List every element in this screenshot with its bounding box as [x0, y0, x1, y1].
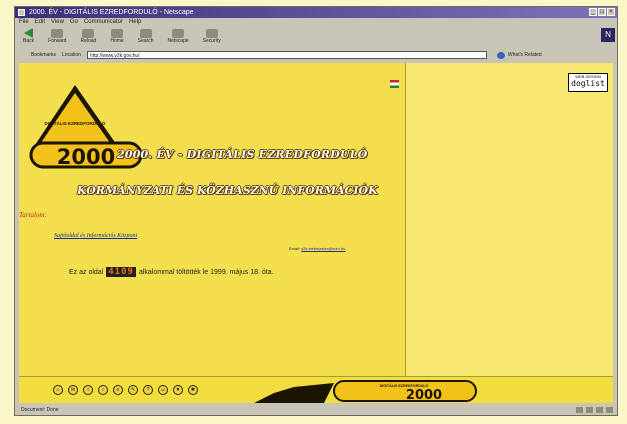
- component-icon-1[interactable]: [576, 407, 583, 413]
- netscape-button[interactable]: Netscape: [168, 27, 189, 44]
- search-icon: [139, 29, 152, 38]
- back-button[interactable]: Back: [23, 27, 34, 44]
- whats-related-button[interactable]: What's Related: [496, 51, 542, 59]
- news-icon[interactable]: ≡: [113, 385, 123, 395]
- netscape-icon: [172, 29, 185, 38]
- visits-text-before: Ez az oldal: [69, 268, 104, 276]
- visit-counter-line: Ez az oldal 4109 alkalommal töltötték le…: [69, 267, 274, 277]
- bookmarks-button[interactable]: Bookmarks: [31, 52, 56, 58]
- webdesign-logo[interactable]: WEB DESIGN doglist: [568, 73, 608, 92]
- security-button[interactable]: Security: [203, 27, 221, 44]
- banner-number: 2000: [406, 388, 442, 403]
- page-subtitle: KORMÁNYZATI ÉS KÖZHASZNÚ INFORMÁCIÓK: [77, 184, 378, 197]
- banner-silhouette: [254, 383, 334, 403]
- forward-arrow-icon: [51, 29, 64, 38]
- status-text: Document: Done: [21, 407, 59, 413]
- contents-label: Tartalom:: [19, 211, 47, 219]
- reload-button[interactable]: Reload: [80, 27, 96, 44]
- component-icon-2[interactable]: [586, 407, 593, 413]
- browser-window: 2000. ÉV - DIGITÁLIS EZREDFORDULÓ - Nets…: [14, 6, 618, 416]
- related-icon: [496, 51, 505, 59]
- netscape-logo: N: [601, 28, 615, 42]
- email-label: Email:: [289, 246, 301, 251]
- menu-edit[interactable]: Edit: [35, 18, 45, 27]
- download-icon[interactable]: ▼: [173, 385, 183, 395]
- title-bar: 2000. ÉV - DIGITÁLIS EZREDFORDULÓ - Nets…: [15, 7, 617, 18]
- reload-icon: [82, 29, 95, 38]
- component-icon-4[interactable]: [606, 407, 613, 413]
- info-icon[interactable]: i: [83, 385, 93, 395]
- home-button[interactable]: Home: [110, 27, 124, 44]
- right-frame: WEB DESIGN doglist: [405, 63, 613, 388]
- forward-button[interactable]: Forward: [48, 27, 66, 44]
- back-arrow-icon: [24, 28, 34, 38]
- component-icon-3[interactable]: [596, 407, 603, 413]
- screen-photo: 2000. ÉV - DIGITÁLIS EZREDFORDULÓ - Nets…: [0, 0, 627, 424]
- logo-top-text: DIGITÁLIS EZREDFORDULÓ: [45, 119, 106, 126]
- location-label: Location: [62, 52, 81, 58]
- home-icon[interactable]: ⌂: [53, 385, 63, 395]
- icon-toolbar: ⌂ ✉ i ○ ≡ ✎ ? ☺ ▼ ✱: [53, 385, 198, 395]
- email-link[interactable]: y2k.webmaster@kum.hu: [301, 246, 345, 251]
- chat-icon[interactable]: ☺: [158, 385, 168, 395]
- bottom-navigation-frame: ⌂ ✉ i ○ ≡ ✎ ? ☺ ▼ ✱ DIGITÁLIS EZREDFORDU…: [19, 376, 613, 403]
- hungarian-flag-icon[interactable]: [390, 80, 399, 88]
- app-icon: [18, 9, 25, 16]
- window-title: 2000. ÉV - DIGITÁLIS EZREDFORDULÓ - Nets…: [29, 9, 194, 16]
- y2k-2000-logo: DIGITÁLIS EZREDFORDULÓ 2000: [29, 85, 143, 169]
- mail-icon[interactable]: ✉: [68, 385, 78, 395]
- email-line: Email: y2k.webmaster@kum.hu: [289, 246, 345, 251]
- search-button[interactable]: Search: [138, 27, 154, 44]
- menu-file[interactable]: File: [19, 18, 29, 27]
- location-toolbar: Bookmarks Location http://www.y2k.gov.hu…: [15, 49, 617, 61]
- menu-view[interactable]: View: [51, 18, 64, 27]
- help-icon[interactable]: ?: [143, 385, 153, 395]
- press-info-link[interactable]: Sajtóoldal és Információs Központ: [54, 233, 137, 239]
- window-controls: _ □ ×: [589, 8, 615, 16]
- url-input[interactable]: http://www.y2k.gov.hu/: [86, 51, 487, 59]
- status-icons: [576, 407, 613, 413]
- home-icon: [111, 29, 123, 38]
- lock-icon: [205, 29, 218, 38]
- settings-icon[interactable]: ✱: [188, 385, 198, 395]
- close-button[interactable]: ×: [607, 8, 615, 16]
- page-title: 2000. ÉV - DIGITÁLIS EZREDFORDULÓ: [117, 148, 368, 161]
- minimize-button[interactable]: _: [589, 8, 597, 16]
- edit-icon[interactable]: ✎: [128, 385, 138, 395]
- visits-text-after: alkalommal töltötték le 1999. május 18. …: [138, 268, 274, 276]
- maximize-button[interactable]: □: [598, 8, 606, 16]
- status-bar: Document: Done: [15, 405, 617, 415]
- logo-triangle: [38, 93, 113, 147]
- page-viewport: DIGITÁLIS EZREDFORDULÓ 2000 2000. ÉV - D…: [19, 63, 613, 403]
- navigation-toolbar: Back Forward Reload Home Search Netscape…: [15, 27, 617, 49]
- menu-help[interactable]: Help: [129, 18, 141, 27]
- visit-counter: 4109: [106, 267, 136, 277]
- menu-go[interactable]: Go: [70, 18, 78, 27]
- menu-communicator[interactable]: Communicator: [84, 18, 123, 27]
- menu-bar: File Edit View Go Communicator Help: [15, 18, 617, 27]
- search-icon[interactable]: ○: [98, 385, 108, 395]
- y2k-banner: DIGITÁLIS EZREDFORDULÓ 2000: [254, 380, 477, 403]
- logo-number: 2000: [57, 145, 115, 169]
